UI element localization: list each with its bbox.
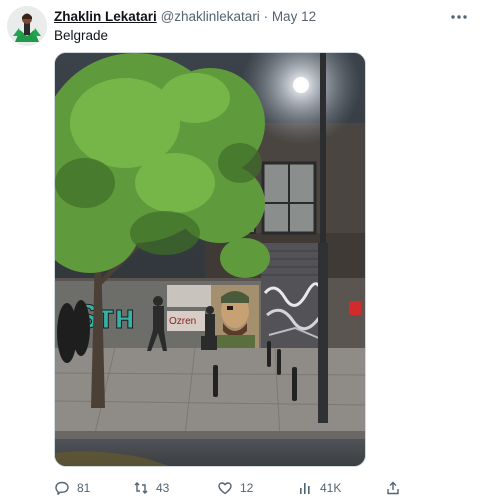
meta-separator: ·: [259, 9, 272, 24]
street-night-photo: Ѕтн Ozren: [55, 53, 365, 466]
reply-count: 81: [77, 481, 91, 495]
graffiti-text-small: Ozren: [169, 316, 196, 327]
tweet-date[interactable]: May 12: [272, 9, 316, 24]
tweet-header: Zhaklin Lekatari @zhaklinlekatari · May …: [54, 8, 316, 26]
tweet-card[interactable]: Zhaklin Lekatari @zhaklinlekatari · May …: [0, 0, 484, 500]
views-button[interactable]: 41K: [297, 478, 341, 498]
retweet-button[interactable]: 43: [133, 478, 169, 498]
share-button[interactable]: [385, 478, 401, 498]
reply-icon: [55, 481, 69, 495]
retweet-count: 43: [156, 481, 170, 495]
views-icon: [300, 483, 310, 494]
tweet-photo[interactable]: Ѕтн Ozren: [54, 52, 366, 467]
author-handle[interactable]: @zhaklinlekatari: [161, 9, 260, 24]
avatar-image: [7, 6, 47, 46]
like-count: 12: [240, 481, 254, 495]
heart-icon: [218, 482, 232, 495]
author-name[interactable]: Zhaklin Lekatari: [54, 9, 157, 24]
avatar[interactable]: [7, 6, 47, 46]
retweet-icon: [134, 482, 148, 494]
like-button[interactable]: 12: [217, 478, 253, 498]
share-icon: [387, 481, 399, 495]
reply-button[interactable]: 81: [54, 478, 90, 498]
more-options-button[interactable]: [449, 8, 469, 26]
action-bar: 81 43 12 41K: [0, 478, 484, 498]
more-horizontal-icon: [451, 15, 467, 19]
tweet-text: Belgrade: [54, 28, 109, 43]
views-count: 41K: [320, 481, 342, 495]
